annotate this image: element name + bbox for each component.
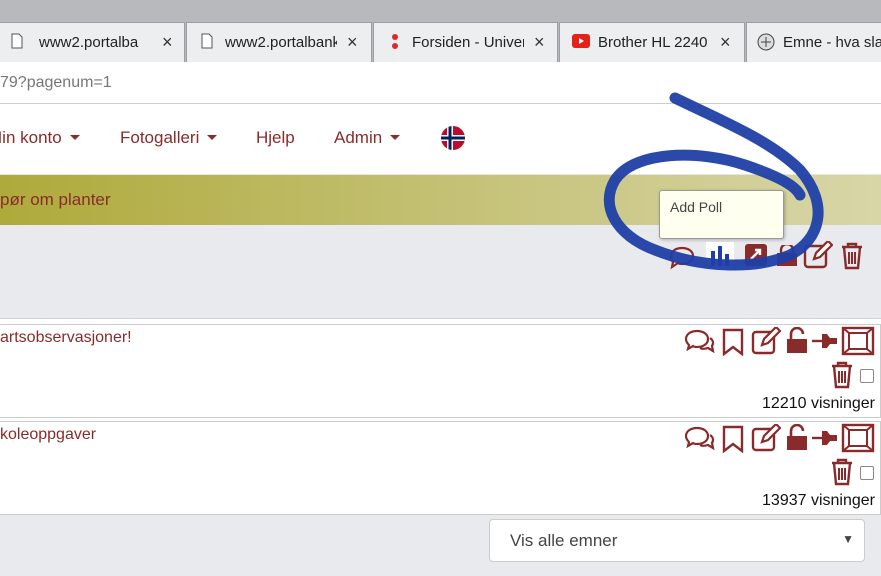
norway-flag-icon[interactable] <box>440 125 466 151</box>
tab-label: www2.portalbank <box>39 34 139 51</box>
nav-min-konto[interactable]: Min konto <box>0 128 80 148</box>
select-checkbox[interactable] <box>860 369 874 383</box>
comments-icon[interactable] <box>684 329 716 355</box>
add-poll-tooltip: Add Poll <box>659 190 784 239</box>
university-logo-icon <box>392 34 398 49</box>
url-text[interactable]: 79?pagenum=1 <box>0 74 112 92</box>
caret-down-icon <box>69 135 80 140</box>
comments-icon[interactable] <box>684 426 716 452</box>
share-icon[interactable] <box>744 243 768 267</box>
topic-row[interactable]: koleoppgaver 13937 visninger <box>0 421 881 515</box>
browser-tab[interactable]: Brother HL 2240 × <box>559 22 745 62</box>
trash-icon[interactable] <box>830 361 854 389</box>
tooltip-text: Add Poll <box>670 199 723 215</box>
view-count: 13937 visninger <box>762 492 875 509</box>
select-checkbox[interactable] <box>860 466 874 480</box>
topic-title[interactable]: koleoppgaver <box>0 426 96 444</box>
forum-title[interactable]: pør om planter <box>0 190 111 210</box>
select-value: Vis alle emner <box>510 531 618 550</box>
filter-bar: Vis alle emner ▼ <box>0 515 881 576</box>
youtube-icon <box>572 34 590 48</box>
edit-icon[interactable] <box>751 424 781 452</box>
topic-row[interactable]: artsobservasjoner! 12210 visninger <box>0 324 881 418</box>
close-icon[interactable]: × <box>347 32 358 53</box>
lock-icon[interactable] <box>776 245 798 267</box>
browser-tab-bar: www2.portalbank × www2.portalbank × Fors… <box>0 0 881 62</box>
nav-hjelp[interactable]: Hjelp <box>256 128 295 148</box>
pin-icon[interactable] <box>811 427 839 449</box>
trash-icon[interactable] <box>830 458 854 486</box>
nav-fotogalleri-label: Fotogalleri <box>120 128 200 147</box>
site-navbar: Min konto Fotogalleri Hjelp Admin <box>0 105 881 175</box>
poll-chart-icon[interactable] <box>705 241 735 269</box>
forum-actions-area <box>0 225 881 319</box>
browser-tab[interactable]: Emne - hva slag <box>746 22 881 62</box>
move-icon[interactable] <box>841 423 875 453</box>
address-bar[interactable]: 79?pagenum=1 <box>0 62 881 104</box>
site-favicon-icon <box>757 33 775 51</box>
browser-tab[interactable]: www2.portalbank × <box>0 22 185 62</box>
reply-icon[interactable] <box>668 245 696 269</box>
pin-icon[interactable] <box>811 330 839 352</box>
browser-tab[interactable]: Forsiden - Univer × <box>373 22 558 62</box>
tab-label: www2.portalbank <box>225 34 337 51</box>
bookmark-icon[interactable] <box>721 328 745 356</box>
trash-icon[interactable] <box>840 242 864 270</box>
tab-label: Brother HL 2240 <box>598 34 708 51</box>
browser-tab[interactable]: www2.portalbank × <box>186 22 372 62</box>
close-icon[interactable]: × <box>162 32 173 53</box>
tab-label: Forsiden - Univer <box>412 34 524 51</box>
edit-icon[interactable] <box>751 327 781 355</box>
chevron-down-icon: ▼ <box>842 532 854 546</box>
unlock-icon[interactable] <box>786 327 810 355</box>
document-icon <box>201 33 213 49</box>
bookmark-icon[interactable] <box>721 425 745 453</box>
edit-icon[interactable] <box>803 241 833 269</box>
unlock-icon[interactable] <box>786 424 810 452</box>
nav-admin-label: Admin <box>334 128 383 147</box>
view-count: 12210 visninger <box>762 395 875 412</box>
topic-filter-select[interactable]: Vis alle emner ▼ <box>489 519 865 562</box>
document-icon <box>11 33 23 49</box>
caret-down-icon <box>207 135 218 140</box>
nav-admin[interactable]: Admin <box>334 128 401 148</box>
move-icon[interactable] <box>841 326 875 356</box>
topic-title[interactable]: artsobservasjoner! <box>0 329 132 347</box>
nav-fotogalleri[interactable]: Fotogalleri <box>120 128 218 148</box>
tab-label: Emne - hva slag <box>783 34 881 51</box>
close-icon[interactable]: × <box>534 32 545 53</box>
close-icon[interactable]: × <box>720 32 731 53</box>
caret-down-icon <box>390 135 401 140</box>
nav-min-konto-label: Min konto <box>0 128 62 147</box>
